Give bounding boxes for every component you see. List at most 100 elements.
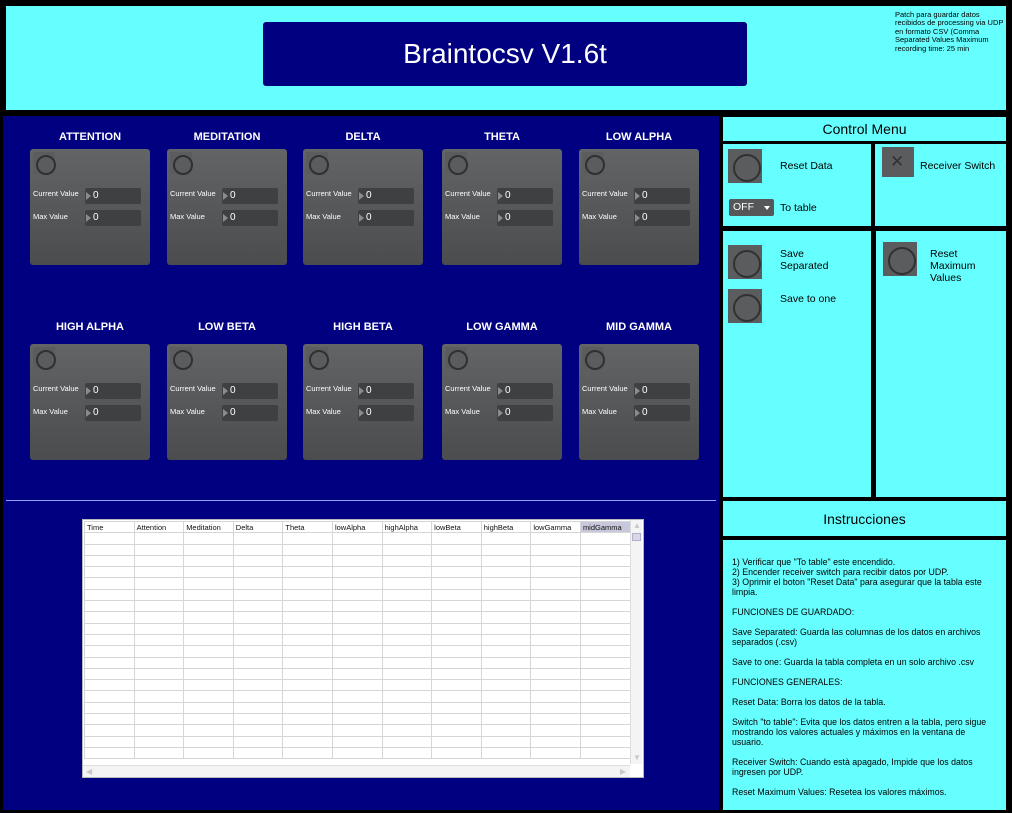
table-row[interactable] bbox=[84, 554, 631, 568]
table-cell[interactable] bbox=[579, 724, 631, 737]
table-cell[interactable] bbox=[183, 566, 234, 579]
table-cell[interactable] bbox=[480, 724, 532, 737]
table-cell[interactable] bbox=[232, 588, 284, 602]
table-cell[interactable] bbox=[381, 532, 433, 545]
current-value-field[interactable]: 0 bbox=[222, 383, 278, 399]
table-cell[interactable] bbox=[282, 600, 333, 613]
table-cell[interactable] bbox=[232, 532, 284, 545]
table-cell[interactable] bbox=[133, 701, 185, 715]
table-row[interactable] bbox=[84, 577, 631, 590]
table-cell[interactable] bbox=[282, 622, 333, 635]
table-cell[interactable] bbox=[183, 554, 234, 568]
max-value-field[interactable]: 0 bbox=[634, 210, 690, 226]
table-cell[interactable] bbox=[530, 611, 581, 624]
table-cell[interactable] bbox=[381, 701, 433, 715]
table-cell[interactable] bbox=[232, 724, 284, 737]
table-cell[interactable] bbox=[431, 724, 482, 737]
table-row[interactable] bbox=[84, 713, 631, 726]
table-cell[interactable] bbox=[84, 633, 135, 647]
table-cell[interactable] bbox=[480, 735, 532, 748]
table-column-header[interactable]: Theta bbox=[282, 520, 333, 534]
table-cell[interactable] bbox=[133, 713, 185, 726]
table-cell[interactable] bbox=[480, 645, 532, 658]
current-value-field[interactable]: 0 bbox=[85, 383, 141, 399]
table-cell[interactable] bbox=[381, 667, 433, 681]
table-cell[interactable] bbox=[381, 554, 433, 568]
table-cell[interactable] bbox=[84, 588, 135, 602]
max-value-field[interactable]: 0 bbox=[222, 210, 278, 226]
table-cell[interactable] bbox=[331, 656, 383, 669]
table-cell[interactable] bbox=[381, 566, 433, 579]
table-cell[interactable] bbox=[133, 566, 185, 579]
table-cell[interactable] bbox=[431, 532, 482, 545]
table-row[interactable] bbox=[84, 566, 631, 579]
table-cell[interactable] bbox=[381, 690, 433, 703]
table-cell[interactable] bbox=[282, 633, 333, 647]
table-cell[interactable] bbox=[381, 577, 433, 590]
table-cell[interactable] bbox=[431, 554, 482, 568]
table-cell[interactable] bbox=[579, 679, 631, 692]
table-cell[interactable] bbox=[579, 543, 631, 556]
table-cell[interactable] bbox=[183, 679, 234, 692]
table-cell[interactable] bbox=[183, 600, 234, 613]
table-cell[interactable] bbox=[133, 679, 185, 692]
data-table-grid[interactable]: Time Attention Meditation Delta Theta lowAlph… bbox=[84, 520, 631, 760]
table-column-header[interactable]: Delta bbox=[232, 520, 284, 534]
table-cell[interactable] bbox=[579, 701, 631, 715]
table-cell[interactable] bbox=[431, 735, 482, 748]
table-cell[interactable] bbox=[84, 746, 135, 760]
table-cell[interactable] bbox=[331, 633, 383, 647]
horizontal-scrollbar[interactable]: ◀ ▶ bbox=[83, 765, 630, 777]
table-cell[interactable] bbox=[579, 656, 631, 669]
table-cell[interactable] bbox=[84, 690, 135, 703]
table-cell[interactable] bbox=[232, 633, 284, 647]
table-cell[interactable] bbox=[480, 543, 532, 556]
table-cell[interactable] bbox=[530, 622, 581, 635]
table-cell[interactable] bbox=[579, 566, 631, 579]
scroll-up-arrow-icon[interactable]: ▲ bbox=[633, 522, 641, 530]
table-cell[interactable] bbox=[381, 622, 433, 635]
table-cell[interactable] bbox=[133, 611, 185, 624]
table-cell[interactable] bbox=[183, 532, 234, 545]
table-row[interactable] bbox=[84, 622, 631, 635]
table-cell[interactable] bbox=[331, 588, 383, 602]
table-cell[interactable] bbox=[133, 532, 185, 545]
table-cell[interactable] bbox=[84, 543, 135, 556]
current-value-field[interactable]: 0 bbox=[634, 383, 690, 399]
table-cell[interactable] bbox=[232, 543, 284, 556]
current-value-field[interactable]: 0 bbox=[497, 383, 553, 399]
table-cell[interactable] bbox=[579, 690, 631, 703]
table-cell[interactable] bbox=[381, 656, 433, 669]
table-cell[interactable] bbox=[480, 633, 532, 647]
table-cell[interactable] bbox=[431, 600, 482, 613]
current-value-field[interactable]: 0 bbox=[497, 188, 553, 204]
table-cell[interactable] bbox=[133, 667, 185, 681]
table-cell[interactable] bbox=[431, 645, 482, 658]
table-column-header[interactable]: Meditation bbox=[183, 520, 234, 534]
scroll-down-arrow-icon[interactable]: ▼ bbox=[633, 754, 641, 762]
table-row[interactable] bbox=[84, 588, 631, 602]
table-cell[interactable] bbox=[431, 622, 482, 635]
table-cell[interactable] bbox=[431, 566, 482, 579]
table-row[interactable] bbox=[84, 735, 631, 748]
table-cell[interactable] bbox=[183, 588, 234, 602]
table-cell[interactable] bbox=[579, 667, 631, 681]
table-cell[interactable] bbox=[232, 713, 284, 726]
table-cell[interactable] bbox=[331, 577, 383, 590]
save-separated-button[interactable] bbox=[728, 245, 762, 279]
table-cell[interactable] bbox=[431, 633, 482, 647]
table-cell[interactable] bbox=[431, 679, 482, 692]
table-cell[interactable] bbox=[331, 543, 383, 556]
table-cell[interactable] bbox=[282, 532, 333, 545]
table-cell[interactable] bbox=[282, 543, 333, 556]
table-cell[interactable] bbox=[282, 724, 333, 737]
table-cell[interactable] bbox=[282, 679, 333, 692]
table-cell[interactable] bbox=[232, 577, 284, 590]
table-cell[interactable] bbox=[530, 724, 581, 737]
table-cell[interactable] bbox=[381, 611, 433, 624]
table-cell[interactable] bbox=[480, 554, 532, 568]
table-cell[interactable] bbox=[282, 645, 333, 658]
table-cell[interactable] bbox=[84, 679, 135, 692]
table-cell[interactable] bbox=[84, 656, 135, 669]
receiver-switch-toggle[interactable]: ✕ bbox=[882, 147, 914, 177]
